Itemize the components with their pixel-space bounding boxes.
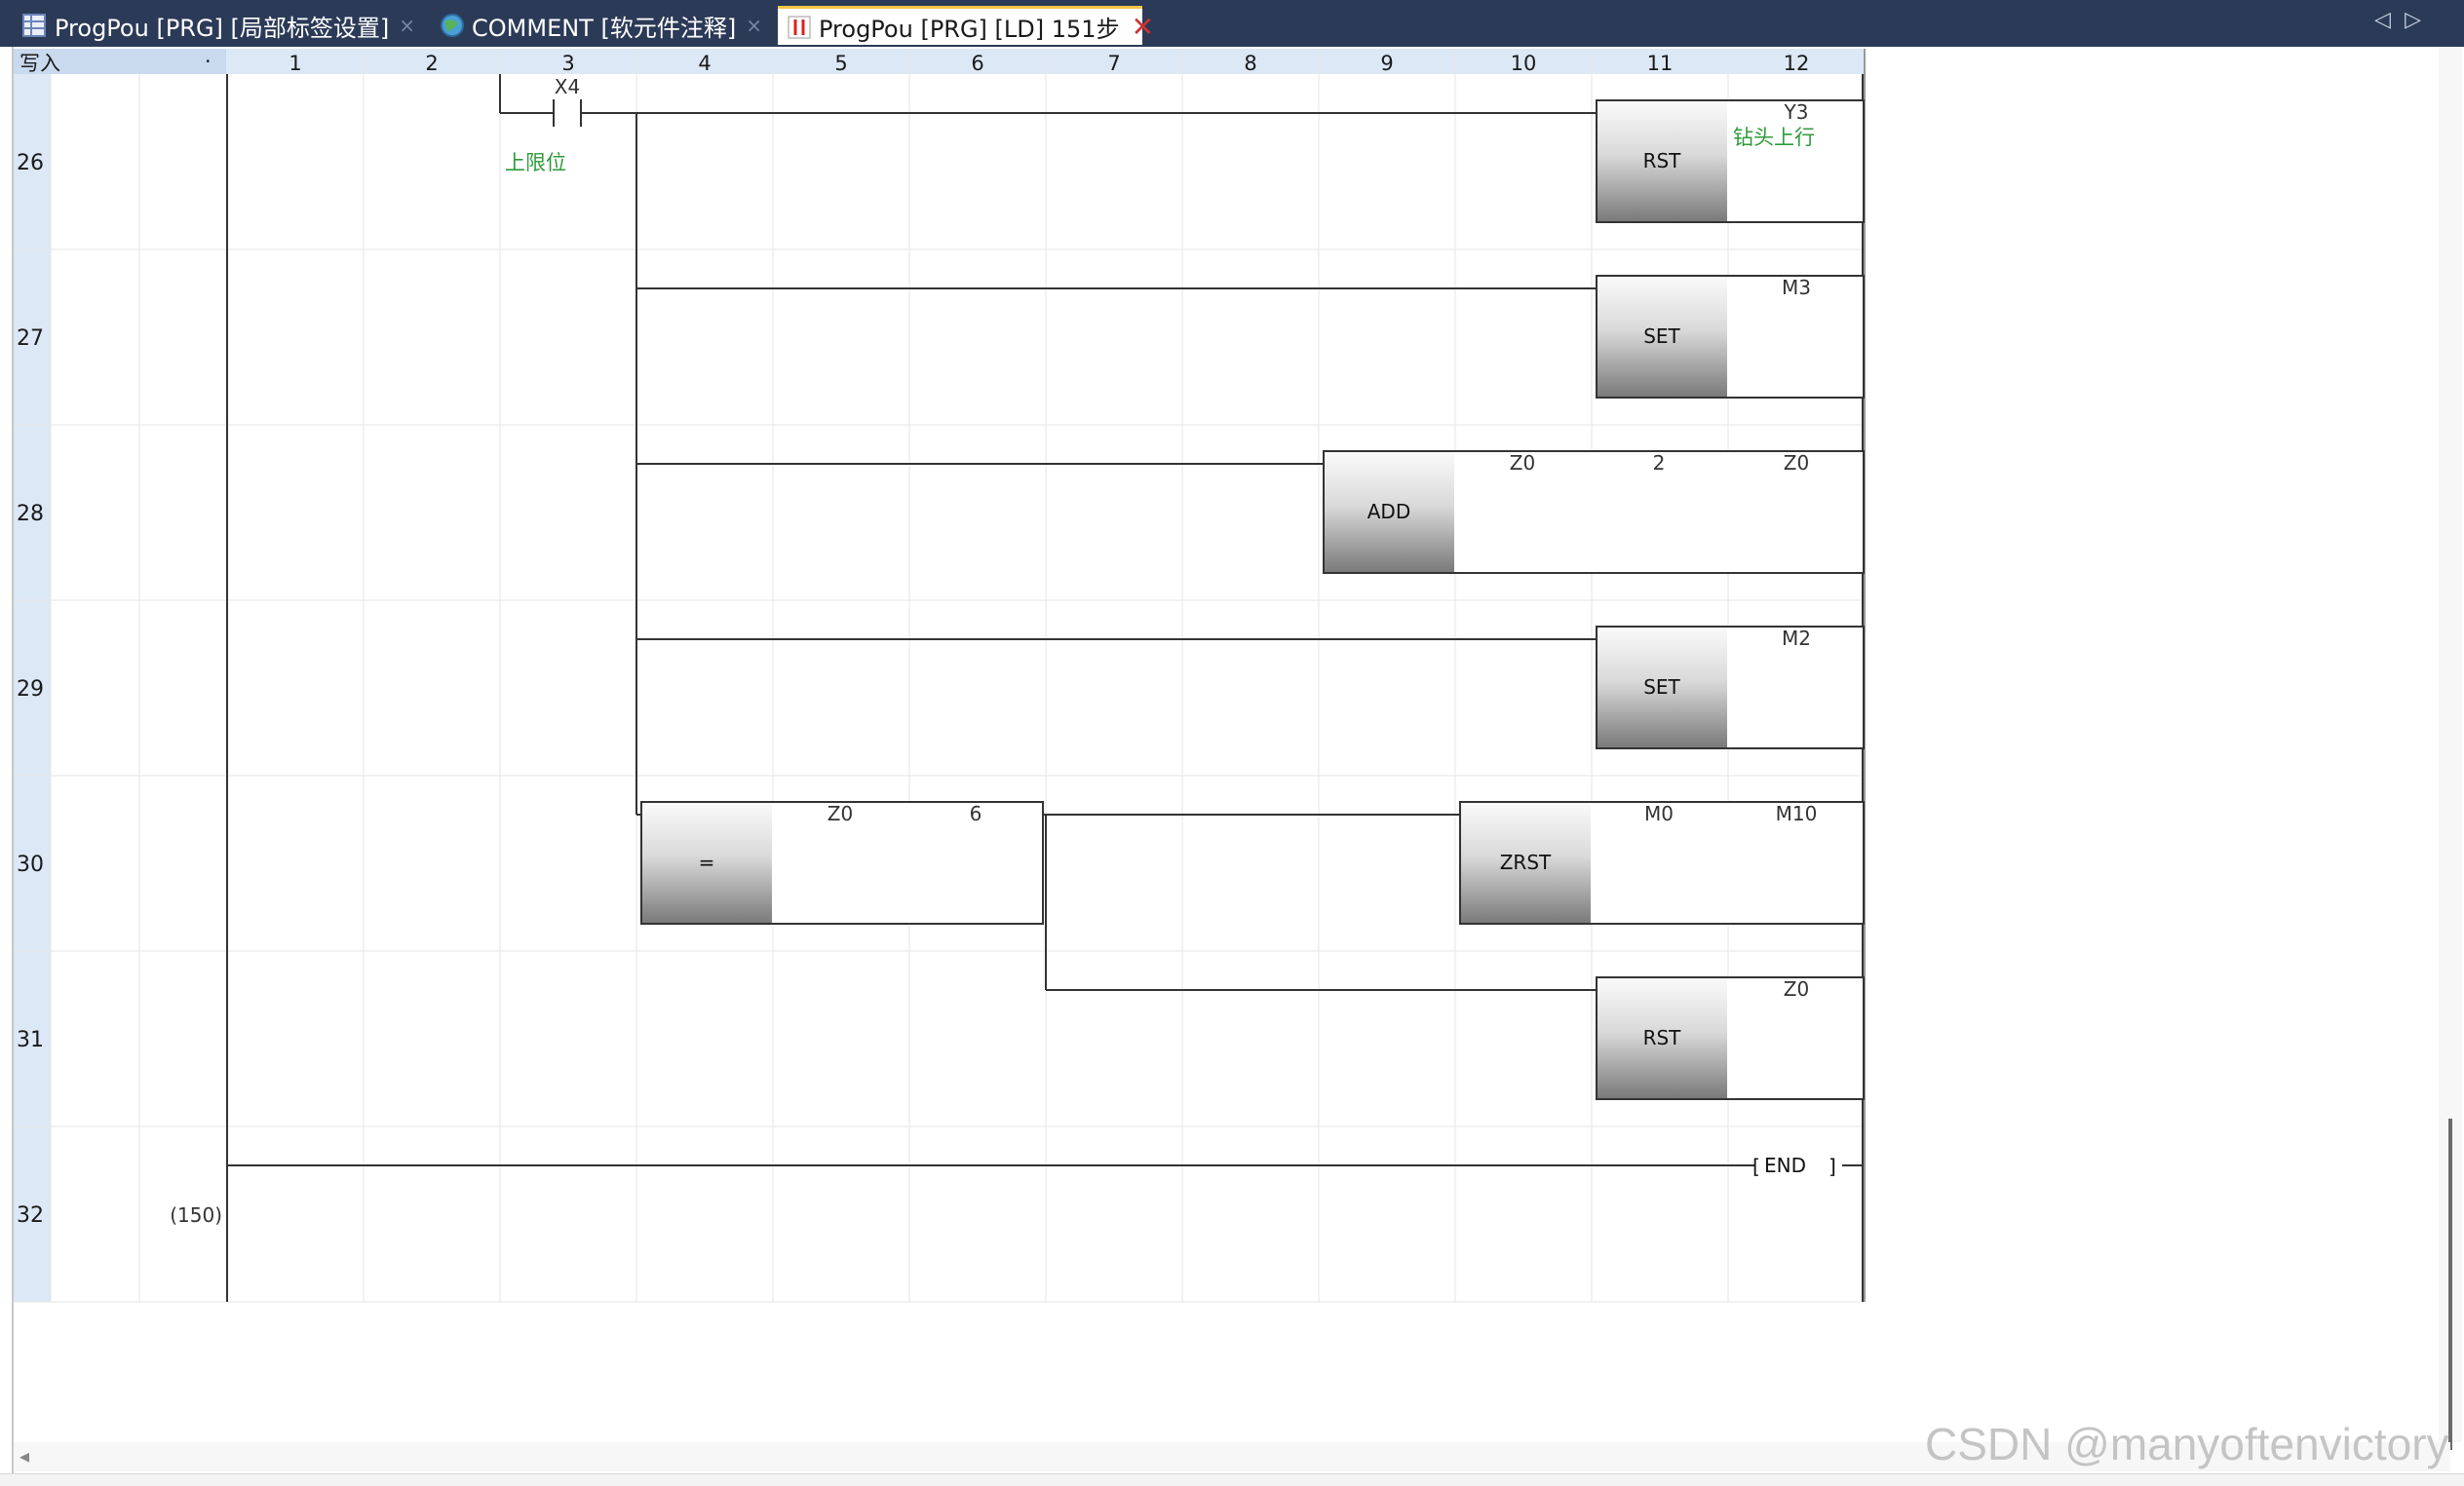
watermark: CSDN @manyoftenvictory <box>1925 1419 2449 1469</box>
header-dot: · <box>205 50 212 73</box>
column-header-2: 2 <box>425 52 438 75</box>
column-header-8: 8 <box>1244 52 1256 75</box>
row-number[interactable]: 30 <box>17 853 44 877</box>
contact-comment: 上限位 <box>505 151 566 174</box>
compare-op2: 6 <box>970 802 982 825</box>
column-header-10: 10 <box>1511 52 1537 75</box>
set2-operand: M2 <box>1782 627 1811 650</box>
end-bracket-right: ] <box>1829 1155 1836 1178</box>
compare-instr-label: = <box>699 851 715 874</box>
compare-op1: Z0 <box>828 802 853 825</box>
end-bracket-left: [ <box>1752 1155 1760 1178</box>
add-op1: Z0 <box>1510 451 1535 475</box>
column-header-1: 1 <box>289 52 301 75</box>
column-header-6: 6 <box>971 52 983 75</box>
step-number: (150) <box>170 1203 222 1227</box>
rst-instr-label: RST <box>1643 149 1682 172</box>
column-header-12: 12 <box>1784 52 1810 75</box>
ladder-diagram: 写入 · 1 2 3 4 5 6 7 8 9 10 11 12 26272829303132 (150)… <box>14 49 1866 1303</box>
row-number[interactable]: 32 <box>17 1203 44 1228</box>
add-op3: Z0 <box>1784 451 1809 475</box>
contact-device-label: X4 <box>555 75 580 98</box>
scroll-left-arrow-icon[interactable]: ◂ <box>19 1444 29 1467</box>
row-number[interactable]: 27 <box>17 326 44 351</box>
vertical-scroll-thumb[interactable] <box>2448 1119 2452 1450</box>
row-number[interactable]: 31 <box>17 1028 44 1052</box>
status-strip <box>0 1473 2464 1486</box>
end-instruction: END <box>1764 1154 1806 1177</box>
column-header-3: 3 <box>561 52 574 75</box>
column-header-11: 11 <box>1647 52 1674 75</box>
rst2-operand: Z0 <box>1784 977 1809 1001</box>
vertical-scrollbar[interactable] <box>2439 47 2462 1450</box>
zrst-instr-label: ZRST <box>1500 851 1552 874</box>
add-instr-label: ADD <box>1367 500 1410 523</box>
add-op2: 2 <box>1653 451 1666 475</box>
rst2-instr-label: RST <box>1643 1026 1682 1049</box>
set2-instr-label: SET <box>1643 675 1680 699</box>
column-header-9: 9 <box>1380 52 1393 75</box>
mode-label: 写入 <box>19 52 60 75</box>
set-operand: M3 <box>1782 276 1811 299</box>
row-number[interactable]: 29 <box>17 677 44 702</box>
set-instr-label: SET <box>1643 324 1680 348</box>
row-number[interactable]: 28 <box>17 502 44 526</box>
zrst-op2: M10 <box>1776 802 1818 825</box>
column-header-5: 5 <box>834 52 847 75</box>
rst-operand: Y3 <box>1784 100 1809 124</box>
zrst-op1: M0 <box>1644 802 1674 825</box>
row-number[interactable]: 26 <box>17 151 44 175</box>
column-header-4: 4 <box>698 52 711 75</box>
column-header-7: 7 <box>1107 52 1120 75</box>
rst-operand-comment: 钻头上行 <box>1733 126 1815 149</box>
